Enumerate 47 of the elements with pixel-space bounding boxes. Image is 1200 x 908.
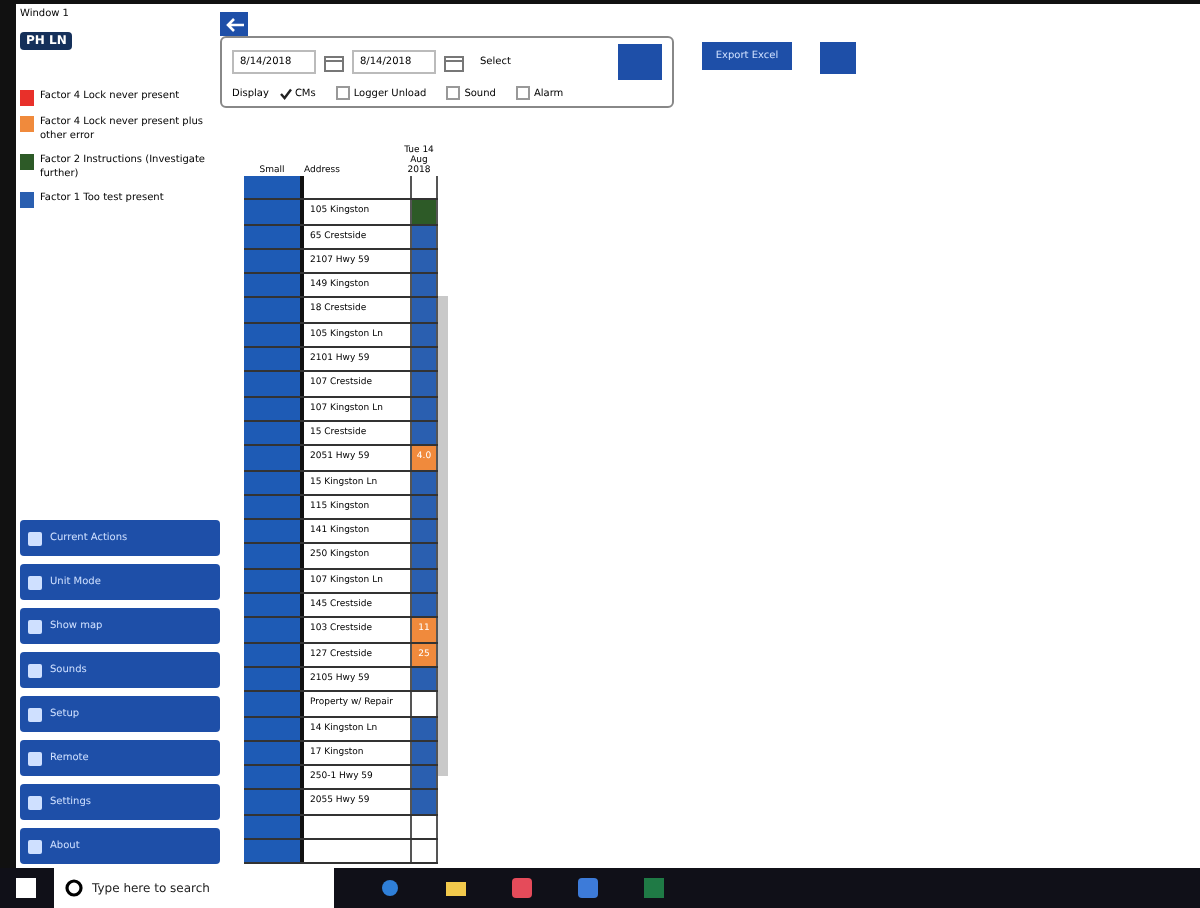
nav-icon bbox=[28, 531, 42, 545]
start-icon[interactable] bbox=[16, 878, 36, 898]
table-cell[interactable] bbox=[244, 840, 304, 863]
table-cell[interactable] bbox=[244, 717, 304, 740]
nav-icon bbox=[28, 619, 42, 633]
nav-icon bbox=[28, 575, 42, 589]
nav-icon bbox=[28, 663, 42, 677]
folder-icon[interactable] bbox=[446, 878, 466, 898]
table-cell[interactable] bbox=[244, 372, 304, 396]
table-cell[interactable] bbox=[244, 692, 304, 716]
app-icon[interactable] bbox=[578, 878, 598, 898]
nav-icon bbox=[28, 795, 42, 809]
table-cell[interactable] bbox=[244, 200, 304, 224]
table-cell[interactable] bbox=[244, 225, 304, 248]
table-cell[interactable] bbox=[244, 274, 304, 297]
table-cell[interactable] bbox=[244, 667, 304, 691]
table-cell[interactable] bbox=[244, 569, 304, 593]
table-cell[interactable] bbox=[244, 520, 304, 543]
table-cell[interactable] bbox=[244, 421, 304, 445]
nav-icon bbox=[28, 839, 42, 853]
nav-icon bbox=[28, 751, 42, 765]
scrollbar[interactable] bbox=[438, 296, 448, 776]
table-cell[interactable] bbox=[244, 594, 304, 617]
back-button[interactable] bbox=[220, 12, 248, 36]
table-cell[interactable] bbox=[244, 815, 304, 839]
table-cell[interactable] bbox=[244, 643, 304, 666]
table-cell[interactable] bbox=[244, 397, 304, 420]
search-icon bbox=[64, 878, 84, 898]
nav-icon bbox=[28, 707, 42, 721]
table-cell[interactable] bbox=[244, 741, 304, 765]
table-cell[interactable] bbox=[244, 348, 304, 371]
calendar-icon[interactable] bbox=[444, 53, 464, 71]
table-cell[interactable] bbox=[244, 766, 304, 789]
calendar-icon[interactable] bbox=[324, 53, 344, 71]
browser-icon[interactable] bbox=[380, 878, 400, 898]
table-cell[interactable] bbox=[244, 618, 304, 642]
back-arrow-icon bbox=[225, 17, 243, 31]
table-cell[interactable] bbox=[244, 471, 304, 494]
table-cell[interactable] bbox=[244, 249, 304, 273]
table-cell[interactable] bbox=[244, 176, 304, 199]
table-cell[interactable] bbox=[244, 446, 304, 470]
table-cell[interactable] bbox=[244, 298, 304, 322]
table-cell[interactable] bbox=[244, 544, 304, 568]
table-cell[interactable] bbox=[244, 790, 304, 814]
app-icon[interactable] bbox=[512, 878, 532, 898]
table-cell[interactable] bbox=[244, 495, 304, 519]
table-cell[interactable] bbox=[244, 323, 304, 347]
